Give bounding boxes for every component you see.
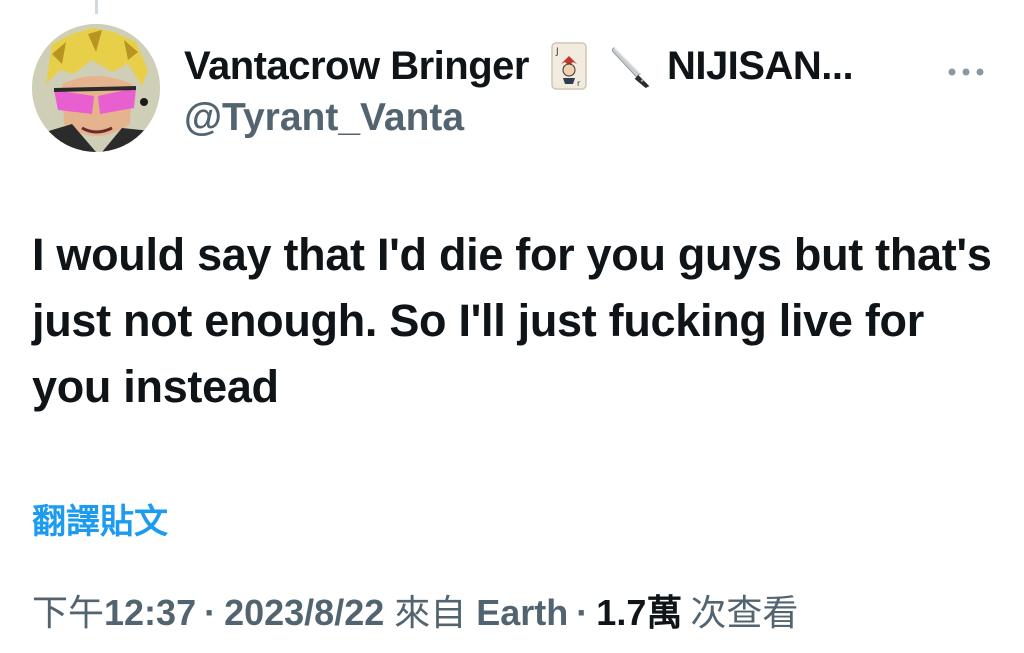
author-handle[interactable]: @Tyrant_Vanta bbox=[184, 96, 944, 140]
tweet-detail: Vantacrow Bringer J r NIJISAN... @Tyrant… bbox=[0, 0, 1024, 653]
source-value[interactable]: Earth bbox=[476, 592, 568, 634]
views-count[interactable]: 1.7萬 bbox=[596, 584, 682, 636]
knife-icon bbox=[609, 41, 653, 91]
views-label[interactable]: 次查看 bbox=[690, 584, 798, 636]
timestamp[interactable]: 下午12:37 bbox=[32, 584, 196, 636]
time-prefix: 下午 bbox=[32, 592, 105, 633]
tweet-header: Vantacrow Bringer J r NIJISAN... @Tyrant… bbox=[32, 24, 992, 156]
avatar-image bbox=[32, 24, 160, 152]
separator-dot: · bbox=[204, 592, 217, 633]
avatar[interactable] bbox=[32, 24, 160, 152]
more-dots-icon bbox=[948, 68, 984, 76]
separator-dot: · bbox=[576, 592, 589, 633]
svg-text:J: J bbox=[555, 47, 559, 57]
date-value[interactable]: 2023/8/22 bbox=[224, 592, 384, 634]
author-display-name[interactable]: Vantacrow Bringer bbox=[184, 44, 529, 89]
thread-connector-line bbox=[95, 0, 98, 14]
author-name-suffix[interactable]: NIJISAN... bbox=[667, 44, 854, 89]
joker-card-icon: J r bbox=[547, 41, 591, 91]
tweet-metadata: 下午12:37 · 2023/8/22 來自 Earth · 1.7萬 次查看 bbox=[32, 584, 1012, 636]
more-options-button[interactable] bbox=[944, 60, 988, 84]
translate-post-link[interactable]: 翻譯貼文 bbox=[32, 494, 168, 543]
name-row: Vantacrow Bringer J r NIJISAN... bbox=[184, 38, 944, 94]
time-value: 12:37 bbox=[104, 592, 197, 633]
author-identity: Vantacrow Bringer J r NIJISAN... @Tyrant… bbox=[184, 38, 944, 140]
tweet-text: I would say that I'd die for you guys bu… bbox=[32, 229, 992, 412]
source-prefix: 來自 bbox=[394, 592, 467, 633]
